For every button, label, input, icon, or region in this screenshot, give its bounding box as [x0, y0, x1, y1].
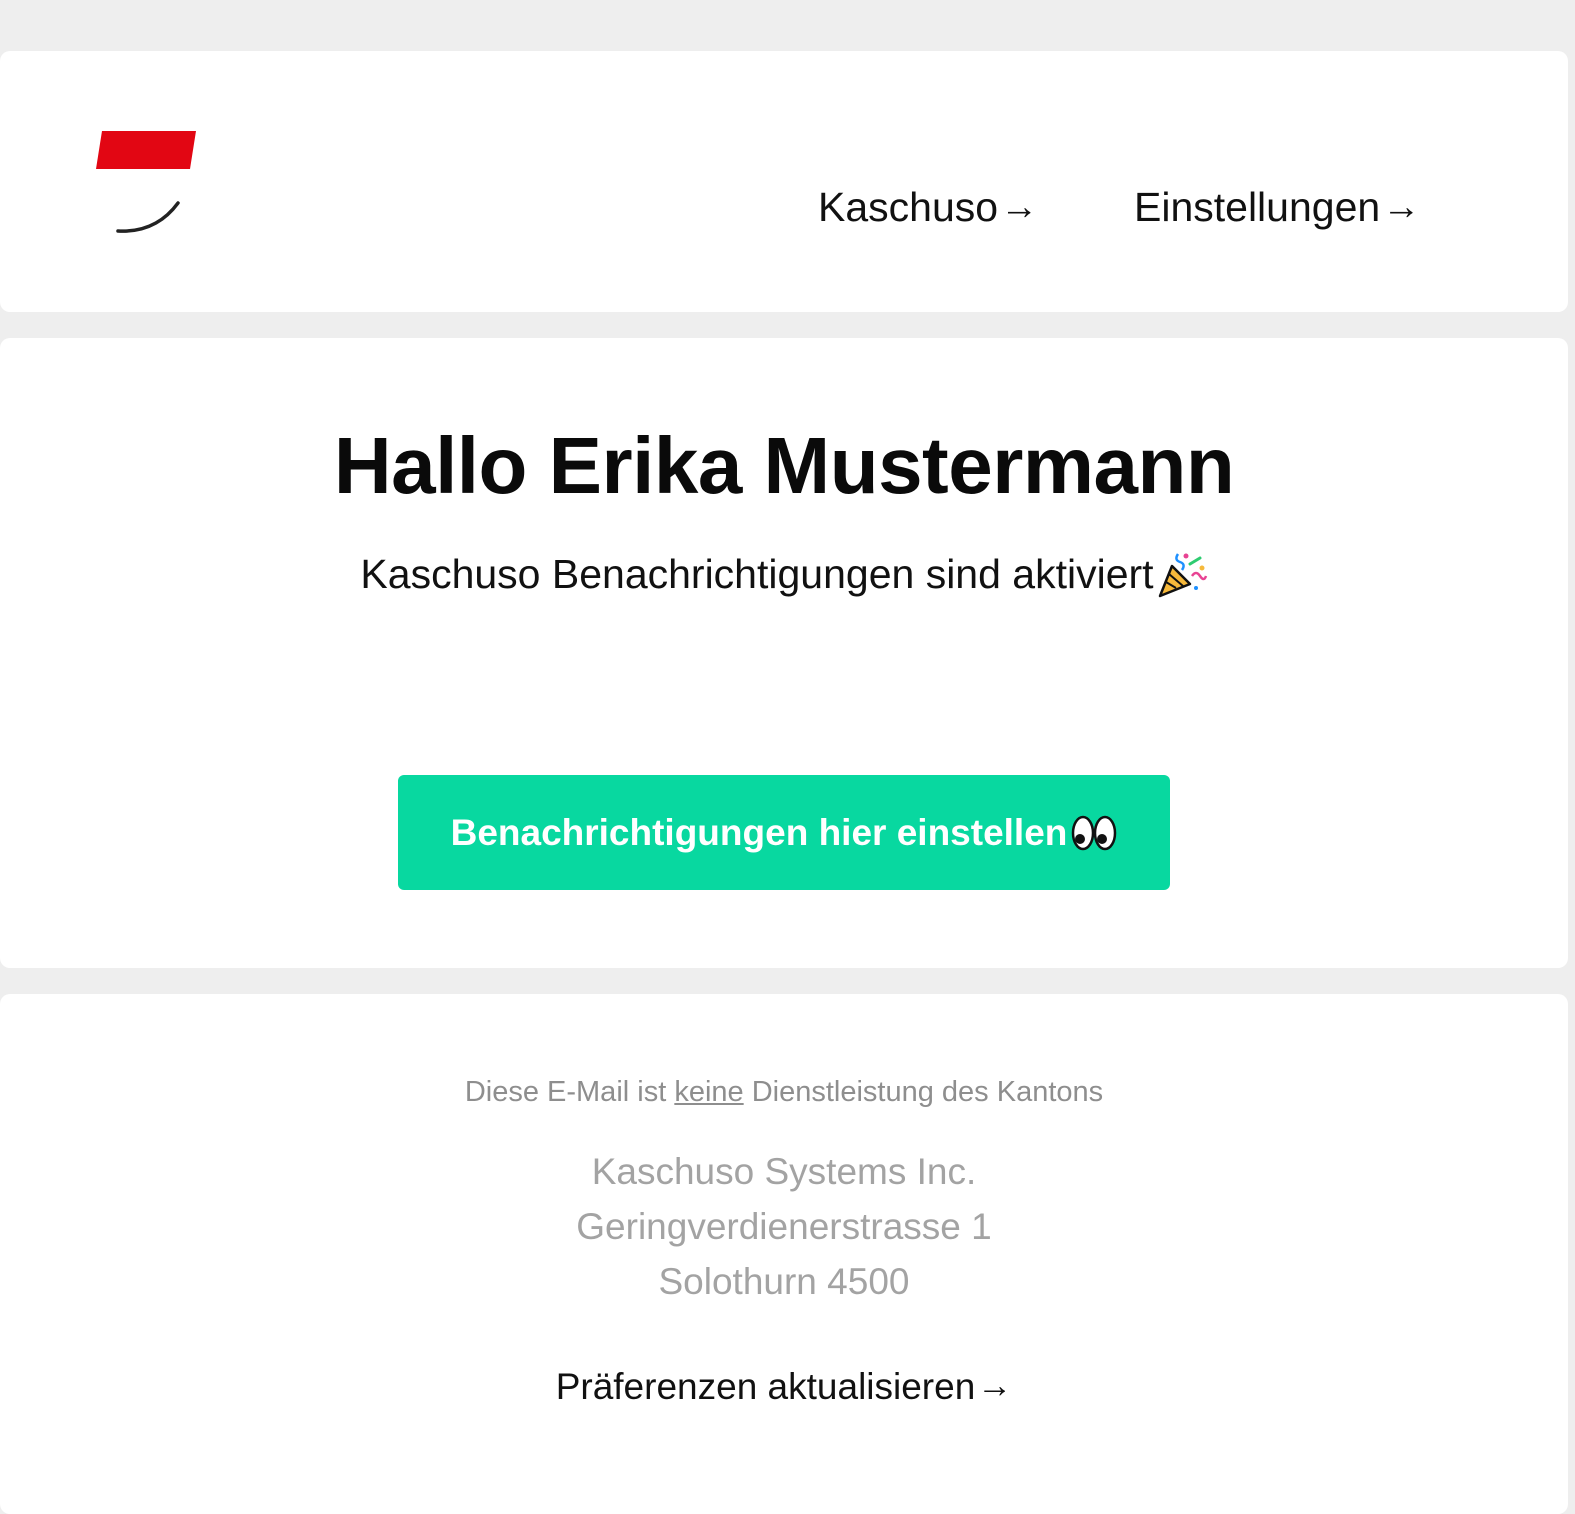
main-card: Hallo Erika Mustermann Kaschuso Benachri…	[0, 338, 1568, 968]
party-popper-icon	[1158, 553, 1207, 598]
address-company-name: Kaschuso Systems Inc.	[591, 1151, 977, 1192]
update-preferences-label: Präferenzen aktualisieren	[555, 1366, 976, 1407]
company-address: Kaschuso Systems Inc. Geringverdienerstr…	[0, 1144, 1568, 1309]
eyes-icon	[1072, 815, 1117, 850]
header-card: Kaschuso → Einstellungen →	[0, 51, 1568, 312]
arrow-right-icon: →	[1000, 185, 1039, 228]
greeting-title: Hallo Erika Mustermann	[333, 421, 1235, 510]
arrow-right-icon: →	[977, 1366, 1013, 1405]
notification-status-text: Kaschuso Benachrichtigungen sind aktivie…	[360, 550, 1154, 597]
configure-notifications-label: Benachrichtigungen hier einstellen	[450, 811, 1068, 853]
nav-link-einstellungen-label: Einstellungen	[1134, 183, 1381, 230]
nav-link-kaschuso[interactable]: Kaschuso →	[818, 181, 1038, 233]
address-city: Solothurn 4500	[658, 1261, 910, 1302]
disclaimer: Diese E-Mail ist keine Dienstleistung de…	[0, 1076, 1568, 1109]
disclaimer-text-after: Dienstleistung des Kantons	[743, 1076, 1104, 1108]
nav-link-kaschuso-label: Kaschuso	[818, 183, 999, 230]
update-preferences-link[interactable]: Präferenzen aktualisieren →	[0, 1366, 1568, 1408]
disclaimer-emphasis: keine	[674, 1076, 744, 1108]
configure-notifications-button[interactable]: Benachrichtigungen hier einstellen	[398, 775, 1170, 890]
footer-card: Diese E-Mail ist keine Dienstleistung de…	[0, 994, 1568, 1514]
address-street: Geringverdienerstrasse 1	[576, 1206, 992, 1247]
disclaimer-text-before: Diese E-Mail ist	[464, 1076, 675, 1108]
nav-link-einstellungen[interactable]: Einstellungen →	[1134, 181, 1420, 233]
solothurn-logo	[96, 131, 196, 233]
notification-status: Kaschuso Benachrichtigungen sind aktivie…	[0, 548, 1568, 600]
arrow-right-icon: →	[1382, 185, 1421, 228]
